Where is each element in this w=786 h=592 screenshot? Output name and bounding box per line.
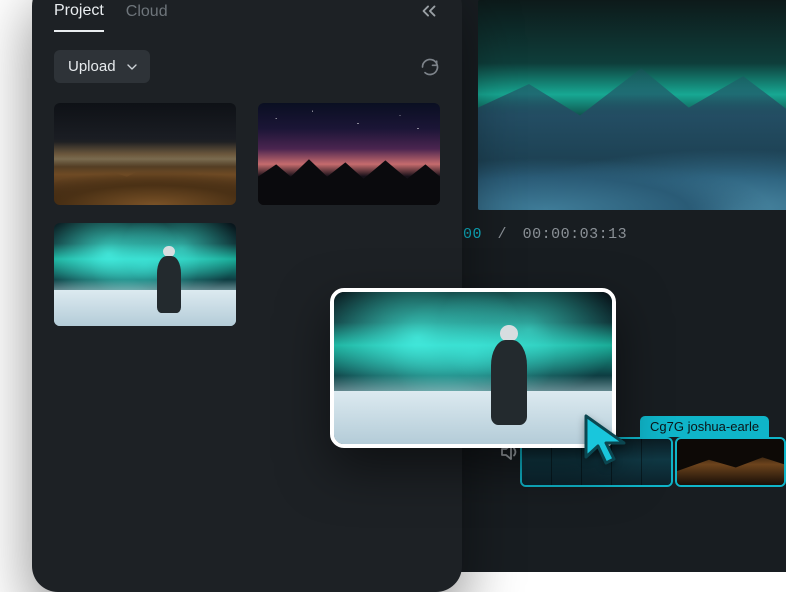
playhead-time-tail: 00 [463, 226, 482, 243]
dragging-thumbnail[interactable] [330, 288, 616, 448]
media-thumb[interactable] [54, 103, 236, 205]
media-thumb[interactable] [54, 223, 236, 325]
clip-label: Cg7G joshua-earle [640, 416, 769, 437]
refresh-button[interactable] [420, 57, 440, 77]
upload-label: Upload [68, 58, 116, 75]
cursor-icon [582, 413, 632, 469]
tab-project[interactable]: Project [54, 0, 104, 32]
preview-video[interactable] [478, 0, 786, 210]
collapse-panel-button[interactable] [418, 0, 440, 22]
total-duration: 00:00:03:13 [523, 226, 628, 243]
upload-button[interactable]: Upload [54, 50, 150, 83]
media-thumb[interactable] [258, 103, 440, 205]
time-readout: 00 / 00:00:03:13 [463, 226, 627, 243]
tab-cloud[interactable]: Cloud [126, 0, 168, 31]
chevron-down-icon [124, 59, 140, 75]
time-separator: / [498, 226, 508, 243]
timeline-clip[interactable] [675, 437, 786, 487]
